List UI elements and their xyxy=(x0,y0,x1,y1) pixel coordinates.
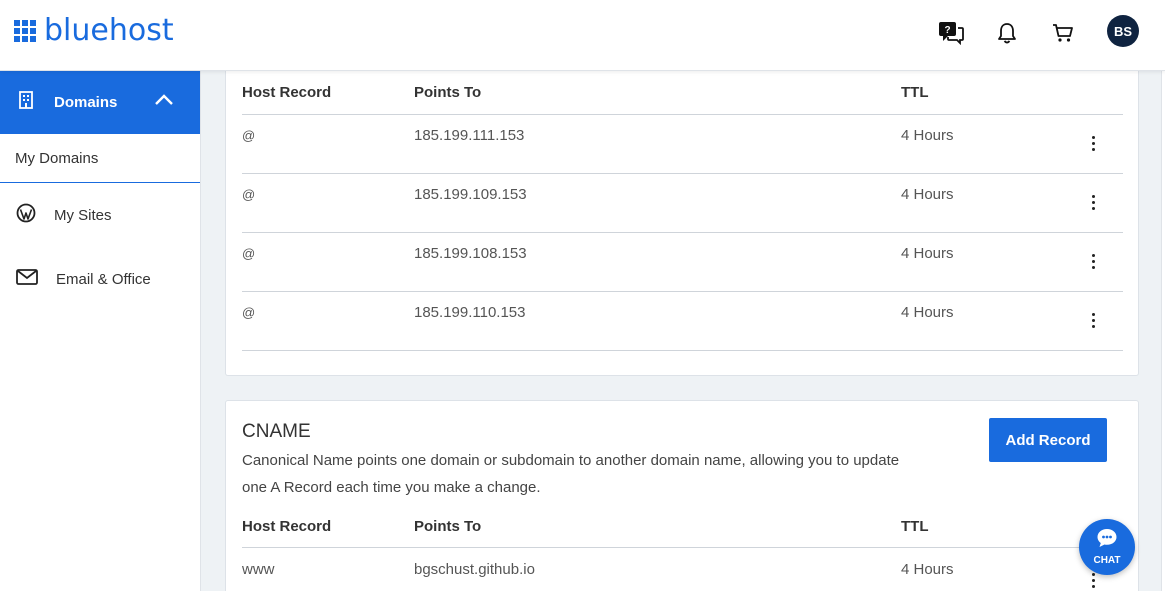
divider xyxy=(242,232,1123,233)
bluehost-logo[interactable]: bluehost xyxy=(14,16,174,46)
divider xyxy=(242,350,1123,351)
cname-card: CNAME Canonical Name points one domain o… xyxy=(225,400,1139,591)
divider xyxy=(242,114,1123,115)
sidebar-item-label: Email & Office xyxy=(56,270,151,288)
host-cell: @ xyxy=(242,187,256,202)
chat-label: CHAT xyxy=(1093,555,1121,566)
wordpress-icon xyxy=(16,203,36,227)
chevron-up-icon[interactable] xyxy=(154,93,174,112)
section-title: CNAME xyxy=(242,421,311,442)
column-header-host: Host Record xyxy=(242,518,332,535)
sidebar-item-email-office[interactable]: Email & Office xyxy=(0,247,200,311)
kebab-menu-icon[interactable] xyxy=(1083,309,1103,331)
column-header-points-to: Points To xyxy=(414,518,482,535)
sidebar-item-label: My Sites xyxy=(54,206,112,224)
ttl-cell: 4 Hours xyxy=(901,127,954,144)
user-avatar[interactable]: BS xyxy=(1107,15,1139,47)
kebab-menu-icon[interactable] xyxy=(1083,250,1103,272)
divider xyxy=(242,547,1123,548)
building-icon xyxy=(18,91,34,114)
points-to-cell: 185.199.111.153 xyxy=(414,127,525,144)
sidebar-item-my-domains[interactable]: My Domains xyxy=(0,134,200,183)
points-to-cell: bgschust.github.io xyxy=(414,561,535,578)
sidebar-item-label: Domains xyxy=(54,94,118,111)
svg-text:?: ? xyxy=(944,25,950,36)
sidebar-item-domains[interactable]: Domains xyxy=(0,71,200,134)
points-to-cell: 185.199.108.153 xyxy=(414,245,527,262)
a-records-card: Host Record Points To TTL @ 185.199.111.… xyxy=(225,62,1139,376)
section-description: Canonical Name points one domain or subd… xyxy=(242,452,900,496)
points-to-cell: 185.199.109.153 xyxy=(414,186,527,203)
help-chat-icon[interactable]: ? xyxy=(936,18,966,48)
ttl-cell: 4 Hours xyxy=(901,561,954,578)
add-record-button[interactable]: Add Record xyxy=(989,418,1107,462)
column-header-host: Host Record xyxy=(242,84,332,101)
cart-icon[interactable] xyxy=(1048,18,1078,48)
sidebar: Domains My Domains My Sites Email & Offi… xyxy=(0,71,201,591)
column-header-ttl: TTL xyxy=(901,84,929,101)
points-to-cell: 185.199.110.153 xyxy=(414,304,526,321)
ttl-cell: 4 Hours xyxy=(901,304,954,321)
host-cell: @ xyxy=(242,128,256,143)
ttl-cell: 4 Hours xyxy=(901,245,954,262)
kebab-menu-icon[interactable] xyxy=(1083,191,1103,213)
ttl-cell: 4 Hours xyxy=(901,186,954,203)
column-header-ttl: TTL xyxy=(901,518,929,535)
bell-icon[interactable] xyxy=(992,18,1022,48)
chat-bubble-icon xyxy=(1096,528,1118,553)
column-header-points-to: Points To xyxy=(414,84,482,101)
host-cell: www xyxy=(242,561,275,578)
host-cell: @ xyxy=(242,246,256,261)
kebab-menu-icon[interactable] xyxy=(1083,132,1103,154)
host-cell: @ xyxy=(242,305,256,320)
mail-icon xyxy=(16,269,38,289)
logo-text: bluehost xyxy=(44,13,174,48)
divider xyxy=(242,173,1123,174)
top-bar: bluehost ? BS xyxy=(0,0,1165,71)
sidebar-item-my-sites[interactable]: My Sites xyxy=(0,183,200,247)
scrollbar-track[interactable] xyxy=(1161,71,1165,591)
logo-grid-icon xyxy=(14,20,36,42)
chat-button[interactable]: CHAT xyxy=(1079,519,1135,575)
divider xyxy=(242,291,1123,292)
